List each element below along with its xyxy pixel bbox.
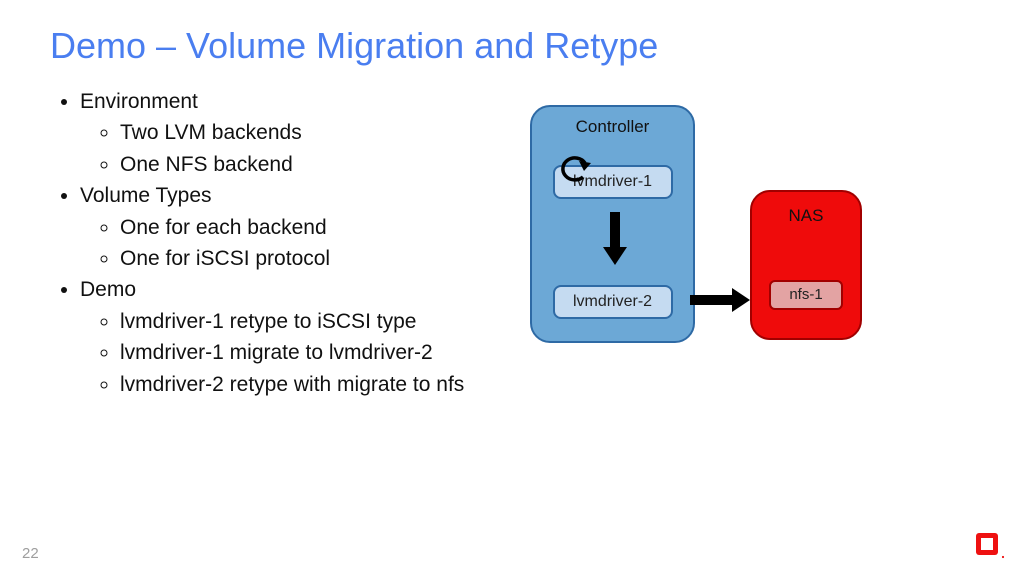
nas-label: NAS [752,192,860,226]
lvmdriver-2-box: lvmdriver-2 [553,285,673,319]
list-item: Environment Two LVM backends One NFS bac… [80,87,520,179]
bullet-text: One for iSCSI protocol [120,247,330,270]
content-area: Environment Two LVM backends One NFS bac… [50,85,974,401]
bullet-text: Demo [80,278,136,301]
list-item: Demo lvmdriver-1 retype to iSCSI type lv… [80,275,520,399]
diagram: Controller lvmdriver-1 lvmdriver-2 [530,105,695,343]
controller-box: Controller lvmdriver-1 lvmdriver-2 [530,105,695,343]
slide-title: Demo – Volume Migration and Retype [50,25,974,67]
bullet-text: lvmdriver-1 retype to iSCSI type [120,310,416,333]
controller-label: Controller [532,107,693,137]
bullet-text: lvmdriver-2 retype with migrate to nfs [120,373,464,396]
bullet-text: Environment [80,90,198,113]
page-number: 22 [22,545,39,562]
list-item: One NFS backend [120,150,520,179]
list-item: lvmdriver-2 retype with migrate to nfs [120,370,520,399]
list-item: lvmdriver-1 retype to iSCSI type [120,307,520,336]
bullet-text: One for each backend [120,216,327,239]
list-item: Volume Types One for each backend One fo… [80,181,520,273]
down-arrow-icon [600,207,630,272]
bullet-text: Volume Types [80,184,212,207]
list-item: Two LVM backends [120,118,520,147]
bullet-text: lvmdriver-1 migrate to lvmdriver-2 [120,341,433,364]
list-item: One for iSCSI protocol [120,244,520,273]
bullet-text: One NFS backend [120,153,293,176]
list-item: lvmdriver-1 migrate to lvmdriver-2 [120,338,520,367]
nfs-box: nfs-1 [769,280,843,310]
right-arrow-icon [690,285,755,315]
bullet-list: Environment Two LVM backends One NFS bac… [50,85,520,401]
slide: Demo – Volume Migration and Retype Envir… [0,0,1024,576]
list-item: One for each backend [120,213,520,242]
self-loop-arrow-icon [557,155,597,183]
logo-icon [976,533,1006,566]
bullet-text: Two LVM backends [120,121,302,144]
nas-box: NAS nfs-1 [750,190,862,340]
